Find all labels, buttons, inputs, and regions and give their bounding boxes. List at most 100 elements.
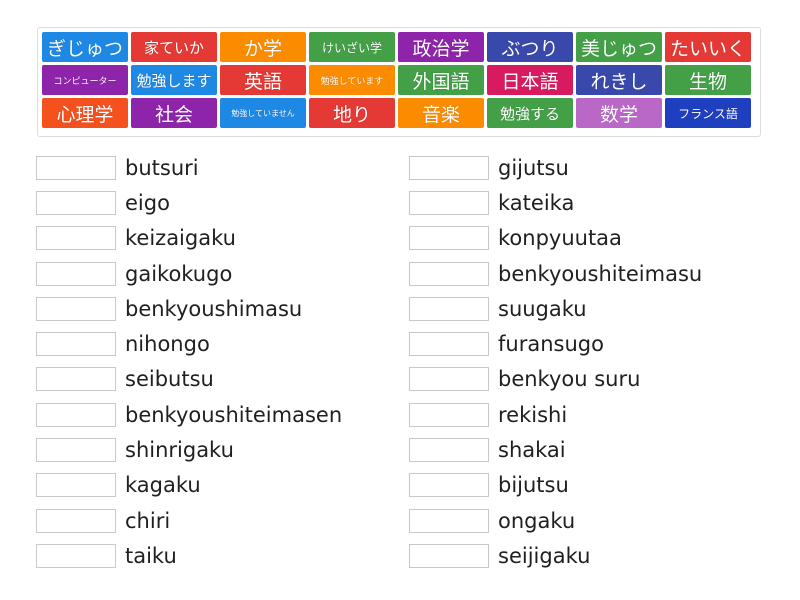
tile-suugaku[interactable]: 数学	[576, 98, 662, 128]
drop-zone[interactable]	[409, 543, 489, 568]
romaji-label: nihongo	[125, 332, 210, 357]
tile-chiri[interactable]: 地り	[309, 98, 395, 128]
answer-row: suugaku	[409, 291, 702, 326]
romaji-label: keizaigaku	[125, 226, 236, 251]
drop-zone[interactable]	[36, 261, 116, 286]
answer-row: chiri	[36, 503, 342, 538]
answer-row: keizaigaku	[36, 221, 342, 256]
tile-kagaku[interactable]: か学	[220, 32, 306, 62]
romaji-label: kagaku	[125, 473, 201, 498]
answer-row: kateika	[409, 185, 702, 220]
answer-row: kagaku	[36, 468, 342, 503]
answer-row: benkyoushimasu	[36, 291, 342, 326]
tile-benkyoushimasu[interactable]: 勉強します	[131, 65, 217, 95]
drop-zone[interactable]	[409, 473, 489, 498]
romaji-label: shakai	[498, 438, 566, 463]
romaji-label: gaikokugo	[125, 261, 233, 286]
romaji-label: konpyuutaa	[498, 226, 622, 251]
answer-row: konpyuutaa	[409, 221, 702, 256]
drop-zone[interactable]	[36, 190, 116, 215]
drop-zone[interactable]	[409, 367, 489, 392]
romaji-label: taiku	[125, 543, 177, 568]
answer-column-left: butsuri eigo keizaigaku gaikokugo benkyo…	[36, 150, 342, 574]
answer-row: furansugo	[409, 326, 702, 361]
romaji-label: benkyoushiteimasu	[498, 261, 703, 286]
tile-shinrigaku[interactable]: 心理学	[42, 98, 128, 128]
answer-row: benkyou suru	[409, 362, 702, 397]
answer-column-right: gijutsu kateika konpyuutaa benkyoushitei…	[409, 150, 702, 574]
tile-gijutsu[interactable]: ぎじゅつ	[42, 32, 128, 62]
answer-row: rekishi	[409, 397, 702, 432]
romaji-label: benkyou suru	[498, 367, 641, 392]
tile-shakai[interactable]: 社会	[131, 98, 217, 128]
tile-kateika[interactable]: 家ていか	[131, 32, 217, 62]
drop-zone[interactable]	[36, 543, 116, 568]
tile-keizaigaku[interactable]: けいざい学	[309, 32, 395, 62]
answer-row: seibutsu	[36, 362, 342, 397]
answer-row: butsuri	[36, 150, 342, 185]
tile-eigo[interactable]: 英語	[220, 65, 306, 95]
tile-rekishi[interactable]: れきし	[576, 65, 662, 95]
drop-zone[interactable]	[409, 261, 489, 286]
tile-benkyou-suru[interactable]: 勉強する	[487, 98, 573, 128]
tile-taiku[interactable]: たいいく	[665, 32, 751, 62]
answer-row: shinrigaku	[36, 432, 342, 467]
tile-seijigaku[interactable]: 政治学	[398, 32, 484, 62]
tile-benkyoushiteimasu[interactable]: 勉強しています	[309, 65, 395, 95]
romaji-label: eigo	[125, 190, 170, 215]
tile-butsuri[interactable]: ぶつり	[487, 32, 573, 62]
romaji-label: gijutsu	[498, 155, 569, 180]
romaji-label: butsuri	[125, 155, 199, 180]
answer-row: eigo	[36, 185, 342, 220]
romaji-label: chiri	[125, 508, 171, 533]
romaji-label: ongaku	[498, 508, 576, 533]
answer-row: gaikokugo	[36, 256, 342, 291]
drop-zone[interactable]	[36, 473, 116, 498]
tile-ongaku[interactable]: 音楽	[398, 98, 484, 128]
tile-nihongo[interactable]: 日本語	[487, 65, 573, 95]
drop-zone[interactable]	[36, 296, 116, 321]
drop-zone[interactable]	[409, 155, 489, 180]
drop-zone[interactable]	[36, 155, 116, 180]
drop-zone[interactable]	[36, 402, 116, 427]
answer-row: bijutsu	[409, 468, 702, 503]
romaji-label: seibutsu	[125, 367, 214, 392]
drop-zone[interactable]	[36, 226, 116, 251]
drop-zone[interactable]	[409, 190, 489, 215]
drop-zone[interactable]	[409, 332, 489, 357]
answer-row: gijutsu	[409, 150, 702, 185]
answer-row: shakai	[409, 432, 702, 467]
answer-row: seijigaku	[409, 538, 702, 573]
answer-row: benkyoushiteimasen	[36, 397, 342, 432]
tile-benkyoushiteimasen[interactable]: 勉強していません	[220, 98, 306, 128]
romaji-label: seijigaku	[498, 543, 591, 568]
drop-zone[interactable]	[409, 438, 489, 463]
drop-zone[interactable]	[409, 508, 489, 533]
answer-row: benkyoushiteimasu	[409, 256, 702, 291]
tile-seibutsu[interactable]: 生物	[665, 65, 751, 95]
romaji-label: shinrigaku	[125, 438, 234, 463]
romaji-label: furansugo	[498, 332, 604, 357]
tile-grid: ぎじゅつ 家ていか か学 けいざい学 政治学 ぶつり 美じゅつ たいいく コンピ…	[42, 32, 751, 128]
drop-zone[interactable]	[409, 296, 489, 321]
romaji-label: suugaku	[498, 296, 587, 321]
drop-zone[interactable]	[36, 438, 116, 463]
answer-row: taiku	[36, 538, 342, 573]
tile-furansugo[interactable]: フランス語	[665, 98, 751, 128]
tile-konpyuutaa[interactable]: コンピューター	[42, 65, 128, 95]
drop-zone[interactable]	[409, 226, 489, 251]
tile-bank: ぎじゅつ 家ていか か学 けいざい学 政治学 ぶつり 美じゅつ たいいく コンピ…	[37, 27, 761, 137]
answer-row: ongaku	[409, 503, 702, 538]
tile-bijutsu[interactable]: 美じゅつ	[576, 32, 662, 62]
drop-zone[interactable]	[36, 508, 116, 533]
romaji-label: benkyoushimasu	[125, 296, 303, 321]
romaji-label: kateika	[498, 190, 575, 215]
tile-gaikokugo[interactable]: 外国語	[398, 65, 484, 95]
answer-row: nihongo	[36, 326, 342, 361]
drop-zone[interactable]	[36, 367, 116, 392]
romaji-label: bijutsu	[498, 473, 569, 498]
drop-zone[interactable]	[36, 332, 116, 357]
romaji-label: rekishi	[498, 402, 568, 427]
romaji-label: benkyoushiteimasen	[125, 402, 343, 427]
drop-zone[interactable]	[409, 402, 489, 427]
